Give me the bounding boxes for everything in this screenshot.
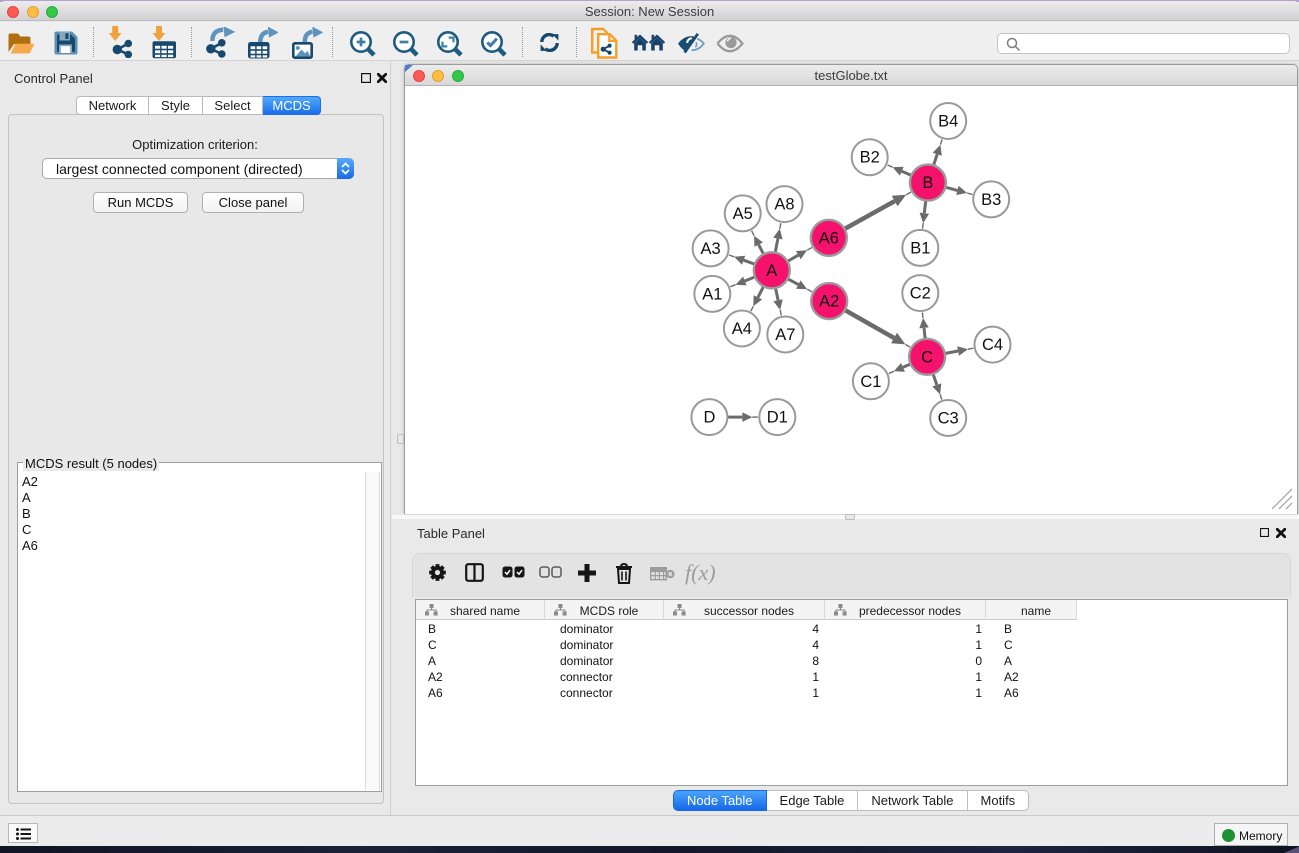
svg-text:B2: B2 [860, 149, 880, 167]
svg-text:A5: A5 [733, 205, 753, 223]
svg-text:A4: A4 [732, 320, 752, 338]
svg-text:C1: C1 [860, 373, 881, 391]
svg-text:B1: B1 [910, 239, 930, 257]
svg-text:A3: A3 [701, 240, 721, 258]
svg-text:A2: A2 [819, 293, 839, 311]
svg-text:A8: A8 [774, 196, 794, 214]
svg-text:B3: B3 [981, 191, 1001, 209]
svg-text:A7: A7 [775, 326, 795, 344]
svg-text:B4: B4 [938, 113, 958, 131]
svg-text:D1: D1 [767, 409, 788, 427]
svg-text:C: C [921, 348, 933, 366]
svg-text:D: D [703, 409, 715, 427]
svg-text:C4: C4 [982, 336, 1003, 354]
svg-text:A: A [766, 262, 777, 280]
svg-text:B: B [922, 174, 933, 192]
svg-text:C2: C2 [910, 285, 931, 303]
svg-text:C3: C3 [938, 410, 959, 428]
svg-text:A1: A1 [702, 285, 722, 303]
svg-text:A6: A6 [819, 229, 839, 247]
